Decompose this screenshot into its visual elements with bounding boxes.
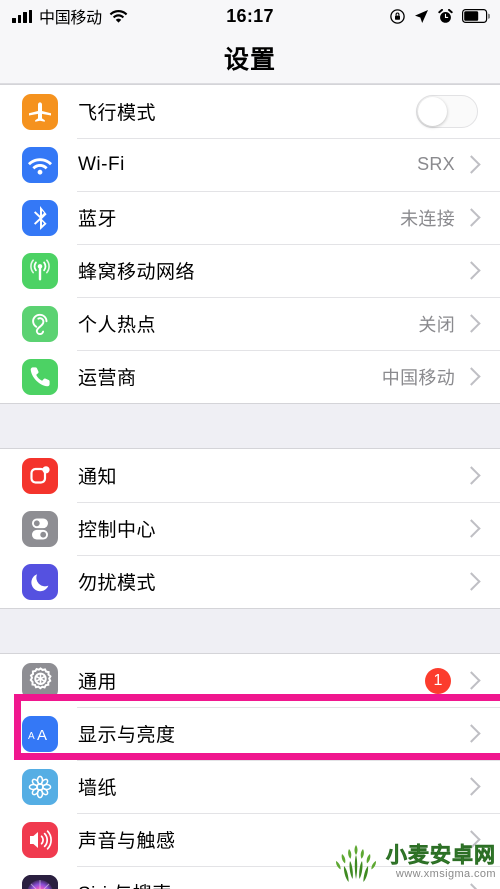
alarm-clock-icon — [438, 8, 453, 24]
settings-row-label: 飞行模式 — [78, 103, 157, 124]
page-title: 设置 — [223, 45, 276, 74]
svg-text:A: A — [28, 731, 35, 742]
bluetooth-icon — [22, 199, 58, 236]
chevron-right-icon — [462, 261, 481, 280]
chevron-right-icon — [462, 208, 481, 227]
settings-row-value: 中国移动 — [381, 367, 455, 388]
chevron-right-icon — [462, 367, 481, 386]
settings-row-label: Wi-Fi — [78, 153, 125, 175]
chevron-right-icon — [462, 572, 481, 591]
siri-icon — [22, 874, 58, 889]
settings-row-label: 通用 — [78, 672, 118, 693]
settings-row-label: 勿扰模式 — [78, 573, 157, 594]
watermark-text: 小麦安卓网 www.xmsigma.com — [386, 843, 496, 880]
display-brightness-icon: A A — [22, 715, 58, 752]
settings-row-label: 墙纸 — [78, 778, 118, 799]
settings-row-label: 蓝牙 — [78, 209, 118, 230]
wheat-icon — [330, 841, 382, 883]
gear-icon — [22, 662, 58, 699]
settings-row-notifications[interactable]: 通知 — [0, 449, 500, 502]
settings-row-bluetooth[interactable]: 蓝牙 未连接 — [0, 191, 500, 244]
watermark-title: 小麦安卓网 — [386, 843, 496, 867]
toggle-knob — [418, 97, 447, 126]
settings-row-airplane-mode[interactable]: 飞行模式 — [0, 85, 500, 138]
chevron-right-icon — [462, 671, 481, 690]
sounds-haptics-icon — [22, 821, 58, 858]
general-badge-count: 1 — [425, 667, 451, 694]
group-separator — [0, 609, 500, 653]
settings-row-do-not-disturb[interactable]: 勿扰模式 — [0, 555, 500, 608]
rotation-lock-icon — [390, 8, 405, 24]
settings-row-wifi[interactable]: Wi-Fi SRX — [0, 138, 500, 191]
battery-icon — [462, 9, 490, 23]
chevron-right-icon — [462, 519, 481, 538]
status-bar: 中国移动 16:17 — [0, 0, 500, 32]
settings-row-wallpaper[interactable]: 墙纸 — [0, 760, 500, 813]
settings-row-value: SRX — [417, 154, 455, 174]
svg-text:A: A — [37, 727, 47, 744]
settings-group-notifications: 通知 控制中心 勿扰模式 — [0, 448, 500, 609]
settings-row-control-center[interactable]: 控制中心 — [0, 502, 500, 555]
airplane-icon — [22, 93, 58, 130]
settings-row-label: 蜂窝移动网络 — [78, 262, 196, 283]
chevron-right-icon — [462, 883, 481, 889]
settings-row-display-brightness[interactable]: A A 显示与亮度 — [0, 707, 500, 760]
watermark-url: www.xmsigma.com — [395, 867, 496, 880]
watermark: 小麦安卓网 www.xmsigma.com — [330, 841, 496, 883]
settings-row-carrier[interactable]: 运营商 中国移动 — [0, 350, 500, 403]
wifi-icon — [22, 146, 58, 183]
hotspot-icon — [22, 305, 58, 342]
settings-row-personal-hotspot[interactable]: 个人热点 关闭 — [0, 297, 500, 350]
phone-icon — [22, 358, 58, 395]
chevron-right-icon — [462, 314, 481, 333]
settings-screen: 中国移动 16:17 设置 飞行模式 Wi-Fi SRX 蓝牙 未连接 蜂窝移动… — [0, 0, 500, 889]
group-separator — [0, 404, 500, 448]
settings-row-value: 未连接 — [400, 208, 455, 229]
settings-row-value: 关闭 — [418, 314, 455, 335]
chevron-right-icon — [462, 724, 481, 743]
settings-group-connectivity: 飞行模式 Wi-Fi SRX 蓝牙 未连接 蜂窝移动网络 个人热点 关闭 运营商… — [0, 84, 500, 404]
cellular-icon — [22, 252, 58, 289]
control-center-icon — [22, 510, 58, 547]
chevron-right-icon — [462, 466, 481, 485]
chevron-right-icon — [462, 155, 481, 174]
settings-row-label: 显示与亮度 — [78, 725, 176, 746]
chevron-right-icon — [462, 777, 481, 796]
settings-list: 飞行模式 Wi-Fi SRX 蓝牙 未连接 蜂窝移动网络 个人热点 关闭 运营商… — [0, 84, 500, 889]
settings-row-cellular[interactable]: 蜂窝移动网络 — [0, 244, 500, 297]
settings-row-label: 运营商 — [78, 368, 137, 389]
location-arrow-icon — [414, 9, 429, 24]
wallpaper-icon — [22, 768, 58, 805]
notifications-icon — [22, 457, 58, 494]
nav-bar: 设置 — [0, 32, 500, 84]
status-bar-right — [390, 8, 490, 24]
settings-row-label: 通知 — [78, 467, 118, 488]
settings-row-label: 控制中心 — [78, 520, 157, 541]
do-not-disturb-icon — [22, 563, 58, 600]
airplane-mode-toggle[interactable] — [416, 95, 478, 128]
settings-row-label: 个人热点 — [78, 315, 157, 336]
settings-row-general[interactable]: 通用 1 — [0, 654, 500, 707]
